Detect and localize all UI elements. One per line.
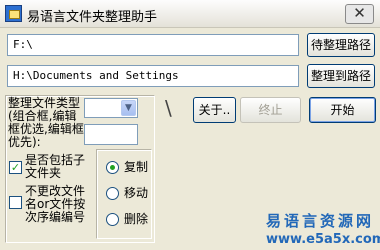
- mode-delete-label: 删除: [124, 212, 149, 226]
- window-title: 易语言文件夹整理助手: [27, 10, 158, 25]
- category-label: 整理文件类型(组合框,编辑框优选,编辑框优先):: [8, 96, 84, 149]
- mode-move-label: 移动: [124, 186, 149, 200]
- separator-mark: \: [165, 96, 172, 120]
- mode-move-radio[interactable]: [106, 187, 119, 200]
- site-name-watermark: 易语言资源网: [266, 212, 375, 230]
- mode-copy-label: 复制: [124, 160, 149, 174]
- rename-label: 不更改文件名or文件按次序编编号: [25, 184, 86, 224]
- include-subfolders-label: 是否包括子文件夹: [25, 153, 86, 180]
- app-icon: [5, 5, 22, 22]
- site-url-watermark: www.e5a5x.com: [266, 232, 380, 247]
- close-button[interactable]: ✕: [345, 4, 374, 24]
- start-button[interactable]: 开始: [309, 97, 376, 123]
- category-combobox[interactable]: ▼: [84, 98, 138, 118]
- mode-copy-radio[interactable]: [106, 161, 119, 174]
- target-path-input[interactable]: H:\Documents and Settings: [7, 65, 299, 87]
- title-bar: 易语言文件夹整理助手 ✕: [0, 0, 380, 28]
- category-edit-field[interactable]: [84, 124, 138, 145]
- rename-checkbox[interactable]: [9, 196, 22, 209]
- include-subfolders-checkbox[interactable]: ✓: [9, 161, 22, 174]
- source-path-input[interactable]: F:\: [7, 34, 299, 56]
- target-path-button[interactable]: 整理到路径: [307, 64, 375, 88]
- stop-button[interactable]: 终止: [240, 97, 301, 123]
- source-path-button[interactable]: 待整理路径: [307, 33, 375, 57]
- chevron-down-icon[interactable]: ▼: [121, 100, 136, 116]
- mode-delete-radio[interactable]: [106, 213, 119, 226]
- about-button[interactable]: 关于..: [193, 97, 236, 123]
